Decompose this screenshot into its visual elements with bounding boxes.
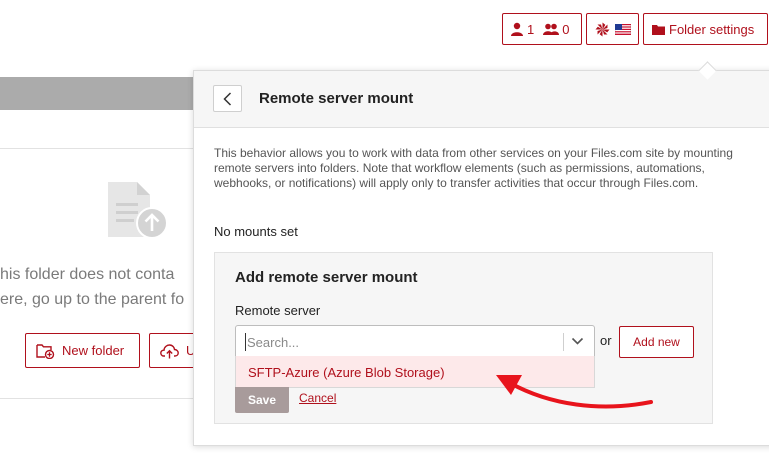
groups-count: 0 — [562, 21, 570, 37]
folder-plus-icon — [36, 343, 55, 359]
no-mounts-text: No mounts set — [214, 224, 298, 239]
files-logo-icon — [594, 21, 610, 37]
remote-server-search-input[interactable] — [245, 333, 555, 351]
chevron-down-icon[interactable] — [571, 337, 584, 346]
panel-header: Remote server mount — [194, 71, 769, 128]
users-icon — [543, 23, 560, 35]
divider — [0, 398, 200, 399]
background-header-bar — [0, 77, 200, 110]
add-new-button[interactable]: Add new — [619, 326, 694, 358]
user-icon — [511, 22, 523, 36]
folder-settings-label: Folder settings — [669, 21, 755, 37]
chevron-left-icon — [223, 91, 232, 106]
folder-icon — [652, 24, 665, 35]
empty-folder-text: ere, go up to the parent fo — [0, 291, 185, 308]
new-folder-button[interactable]: New folder — [25, 333, 140, 368]
cancel-link[interactable]: Cancel — [299, 391, 336, 405]
dropdown-option[interactable]: SFTP-Azure (Azure Blob Storage) — [248, 365, 445, 380]
back-button[interactable] — [213, 85, 242, 112]
cloud-upload-icon — [160, 343, 179, 358]
remote-server-mount-panel: Remote server mount This behavior allows… — [193, 70, 769, 446]
users-count: 1 — [527, 21, 535, 37]
file-upload-icon — [107, 181, 169, 244]
remote-server-dropdown: SFTP-Azure (Azure Blob Storage) — [235, 356, 595, 388]
empty-folder-text: his folder does not conta — [0, 266, 175, 283]
panel-title: Remote server mount — [259, 90, 414, 107]
us-flag-icon — [614, 23, 631, 35]
save-button[interactable]: Save — [235, 387, 289, 413]
panel-description: This behavior allows you to work with da… — [214, 146, 733, 190]
language-button[interactable] — [586, 13, 639, 45]
or-text: or — [600, 333, 612, 348]
add-mount-title: Add remote server mount — [235, 269, 418, 286]
remote-server-label: Remote server — [235, 303, 321, 318]
add-mount-section: Add remote server mount Remote server SF… — [214, 252, 713, 424]
users-groups-button[interactable]: 1 0 — [502, 13, 582, 45]
divider — [0, 148, 200, 149]
new-folder-label: New folder — [62, 343, 125, 358]
folder-settings-button[interactable]: Folder settings — [643, 13, 768, 45]
remote-server-select[interactable] — [235, 325, 595, 357]
select-separator — [563, 333, 564, 351]
